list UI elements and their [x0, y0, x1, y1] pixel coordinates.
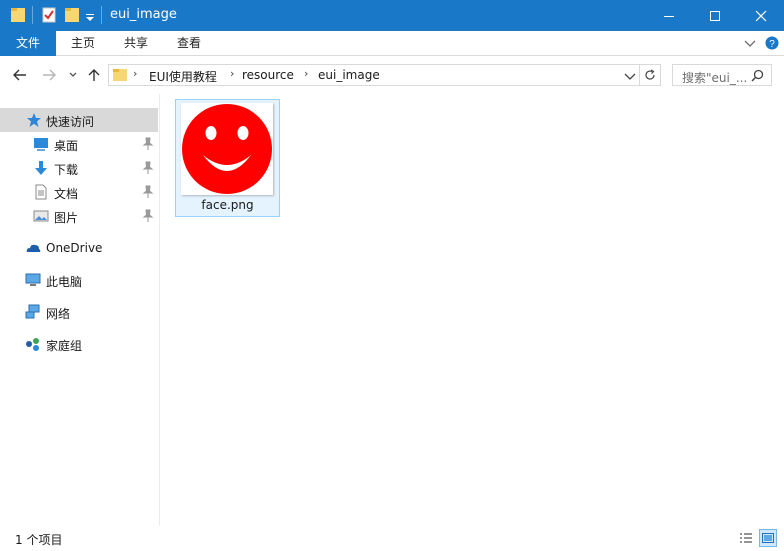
nav-item-desktop[interactable]: 桌面: [0, 132, 158, 156]
download-icon: [33, 160, 49, 176]
nav-item-this-pc[interactable]: 此电脑: [0, 268, 158, 292]
onedrive-icon: [25, 240, 41, 256]
breadcrumb-separator[interactable]: ›: [230, 67, 234, 80]
new-folder-icon[interactable]: [64, 6, 80, 24]
refresh-icon: [645, 69, 655, 80]
breadcrumb-separator: ›: [133, 67, 138, 80]
back-button[interactable]: [10, 65, 30, 85]
maximize-button[interactable]: [692, 0, 738, 31]
pin-icon[interactable]: [142, 209, 154, 223]
computer-icon: [25, 272, 41, 288]
forward-button[interactable]: [39, 65, 59, 85]
customize-dropdown-icon[interactable]: [84, 6, 96, 24]
address-dropdown-icon[interactable]: [624, 71, 636, 85]
tab-share[interactable]: 共享: [113, 31, 159, 56]
nav-item-documents[interactable]: 文档: [0, 180, 158, 204]
svg-text:?: ?: [769, 39, 775, 50]
large-icons-view-icon: [762, 533, 774, 543]
window-title: eui_image: [110, 7, 177, 22]
search-icon[interactable]: [751, 69, 764, 85]
chevron-down-icon: [69, 72, 77, 77]
file-thumbnail: [181, 103, 273, 195]
refresh-button[interactable]: [640, 64, 661, 86]
ribbon-tabs: 文件 主页 共享 查看 ?: [0, 31, 784, 56]
title-bar: eui_image: [0, 0, 784, 31]
file-name: face.png: [201, 198, 254, 212]
document-icon: [33, 184, 49, 200]
minimize-button[interactable]: [646, 0, 692, 31]
nav-item-downloads[interactable]: 下载: [0, 156, 158, 180]
navigation-pane: 快速访问 桌面 下载 文档 图片 OneDrive 此电脑 网络 家庭组: [0, 94, 160, 526]
toolbar-separator: [32, 6, 33, 24]
file-item[interactable]: face.png: [175, 99, 280, 217]
minimize-icon: [664, 15, 674, 17]
folder-icon: [112, 67, 128, 86]
nav-label: 图片: [54, 211, 79, 225]
address-bar[interactable]: › EUI使用教程 › resource › eui_image: [108, 64, 640, 86]
details-view-icon: [740, 533, 752, 543]
search-placeholder: 搜索"eui_...: [682, 71, 748, 85]
nav-item-onedrive[interactable]: OneDrive: [0, 236, 158, 260]
status-bar: 1 个项目: [0, 526, 784, 551]
toolbar-separator: [101, 6, 102, 24]
nav-label: 网络: [46, 307, 71, 321]
maximize-icon: [710, 10, 720, 21]
pin-icon[interactable]: [142, 137, 154, 151]
breadcrumb-item[interactable]: EUI使用教程: [149, 68, 217, 85]
nav-quick-access[interactable]: 快速访问: [0, 108, 158, 132]
breadcrumb-item[interactable]: resource: [242, 68, 294, 82]
close-button[interactable]: [738, 0, 784, 31]
breadcrumb-item[interactable]: eui_image: [318, 68, 380, 82]
breadcrumb-separator[interactable]: ›: [304, 67, 308, 80]
nav-item-network[interactable]: 网络: [0, 300, 158, 324]
pin-icon[interactable]: [142, 161, 154, 175]
nav-label: 桌面: [54, 139, 79, 153]
smiley-face-icon: [182, 104, 272, 194]
homegroup-icon: [25, 336, 41, 352]
forward-arrow-icon: [43, 69, 56, 81]
nav-item-homegroup[interactable]: 家庭组: [0, 332, 158, 356]
expand-ribbon-icon[interactable]: [744, 38, 756, 52]
tab-file[interactable]: 文件: [0, 31, 56, 56]
pictures-icon: [33, 208, 49, 224]
nav-label: 下载: [54, 163, 79, 177]
nav-label: 家庭组: [46, 339, 83, 353]
back-arrow-icon: [13, 69, 26, 81]
pin-icon[interactable]: [142, 185, 154, 199]
nav-label: 快速访问: [46, 115, 95, 129]
nav-item-pictures[interactable]: 图片: [0, 204, 158, 228]
search-box[interactable]: 搜索"eui_...: [672, 64, 772, 86]
properties-icon[interactable]: [41, 6, 57, 24]
up-arrow-icon: [88, 69, 100, 81]
item-count: 1 个项目: [15, 533, 63, 547]
details-view-button[interactable]: [737, 529, 755, 547]
close-icon: [755, 10, 767, 21]
file-list[interactable]: face.png: [161, 94, 784, 526]
tab-home[interactable]: 主页: [60, 31, 106, 56]
help-icon[interactable]: ?: [765, 36, 779, 53]
nav-label: 此电脑: [46, 275, 83, 289]
desktop-icon: [33, 136, 49, 152]
address-row: › EUI使用教程 › resource › eui_image 搜索"eui_…: [0, 56, 784, 94]
recent-locations-button[interactable]: [63, 65, 83, 85]
large-icons-view-button[interactable]: [759, 529, 777, 547]
folder-icon: [10, 6, 26, 24]
star-icon: [26, 112, 42, 128]
nav-label: OneDrive: [46, 241, 103, 255]
network-icon: [25, 304, 41, 320]
nav-label: 文档: [54, 187, 79, 201]
tab-view[interactable]: 查看: [166, 31, 212, 56]
up-button[interactable]: [84, 65, 104, 85]
